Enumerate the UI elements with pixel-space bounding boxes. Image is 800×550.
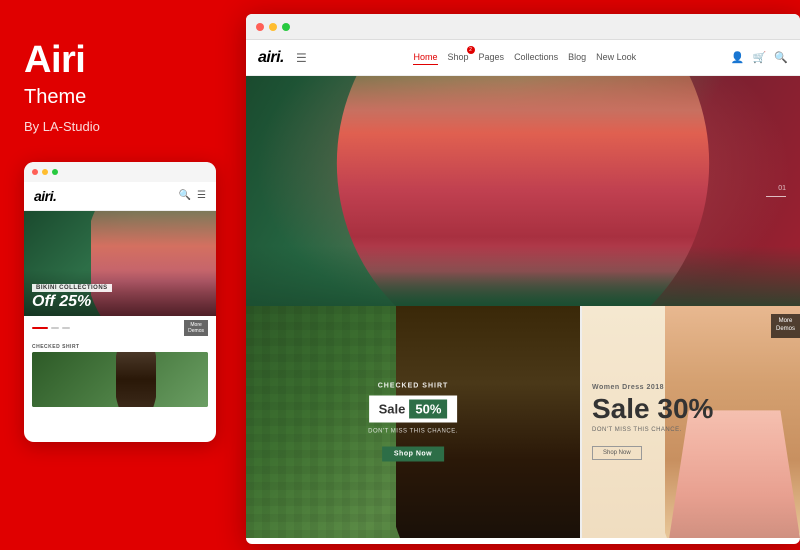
desktop-menu-icon[interactable]: ☰ [296,51,307,65]
mobile-header-icons: 🔍 ☰ [179,190,206,201]
mobile-nav-dot-2 [51,327,59,329]
mobile-logo: airi. [34,188,56,204]
desktop-dot-yellow [269,23,277,31]
desktop-user-icon[interactable]: 👤 [731,51,745,64]
desktop-hero: 01 [246,76,800,306]
right-panel: airi. ☰ Home Shop 2 Pages Collections Bl… [246,14,800,544]
desktop-nav-links: Home Shop 2 Pages Collections Blog New L… [319,50,731,65]
mobile-nav-dot-1 [32,327,48,329]
nav-link-collections[interactable]: Collections [514,50,558,65]
mobile-dot-green [52,169,58,175]
grid-right-item: Women Dress 2018 Sale 30% DON'T MISS THI… [582,306,800,538]
mobile-nav-dot-3 [62,327,70,329]
grid-left-subtext: DON'T MISS THIS CHANCE. [368,429,458,435]
grid-left-tag: CHECKED SHIRT [368,383,458,390]
grid-sale-percent: 50% [409,400,447,419]
more-demos-badge[interactable]: More Demos [771,314,800,338]
grid-left-content: CHECKED SHIRT Sale 50% DON'T MISS THIS C… [368,383,458,462]
left-panel: Airi Theme By LA-Studio airi. 🔍 ☰ BIKINI… [0,0,240,550]
desktop-search-icon[interactable]: 🔍 [774,51,788,64]
nav-link-newlook[interactable]: New Look [596,50,636,65]
grid-right-sale: Sale 30% [592,395,713,423]
mobile-hero-tag: BIKINI COLLECTIONS [32,284,112,292]
mobile-hero-text: Off 25% [32,294,208,310]
mobile-dot-yellow [42,169,48,175]
mobile-mockup: airi. 🔍 ☰ BIKINI COLLECTIONS Off 25% Mor… [24,162,216,442]
grid-sale-label: Sale [379,402,406,417]
app-author: By LA-Studio [24,119,216,134]
hero-indicator-number: 01 [778,185,786,192]
desktop-dot-red [256,23,264,31]
nav-link-pages[interactable]: Pages [479,50,505,65]
grid-right-tag: Women Dress 2018 [592,384,713,391]
mobile-bottom-tag: CHECKED SHIRT [32,344,208,350]
hero-water [246,246,800,306]
mobile-dot-red [32,169,38,175]
nav-link-home[interactable]: Home [413,50,437,65]
grid-left-item: CHECKED SHIRT Sale 50% DON'T MISS THIS C… [246,306,580,538]
mobile-bottom-section: CHECKED SHIRT [24,340,216,411]
desktop-dot-green [282,23,290,31]
desktop-cart-icon[interactable]: 🛒 [753,51,767,64]
app-subtitle: Theme [24,86,216,109]
grid-shop-now-button[interactable]: Shop Now [382,447,444,462]
mobile-nav-dots: More Demos [24,316,216,340]
hero-indicator: 01 [766,185,786,197]
desktop-chrome [246,14,800,40]
grid-right-shop-button[interactable]: Shop Now [592,446,642,460]
desktop-nav: airi. ☰ Home Shop 2 Pages Collections Bl… [246,40,800,76]
grid-right-content: Women Dress 2018 Sale 30% DON'T MISS THI… [592,384,713,460]
mobile-more-demos[interactable]: More Demos [184,320,208,336]
desktop-bottom-grid: CHECKED SHIRT Sale 50% DON'T MISS THIS C… [246,306,800,538]
grid-right-subtext: DON'T MISS THIS CHANCE. [592,427,713,433]
mobile-chrome-dots [24,162,216,182]
grid-sale-badge: Sale 50% [369,396,458,423]
app-title: Airi [24,40,216,82]
mobile-bottom-image [32,352,208,407]
mobile-header: airi. 🔍 ☰ [24,182,216,211]
mobile-menu-icon: ☰ [197,190,206,201]
desktop-nav-logo: airi. [258,49,284,67]
shop-badge: 2 [467,46,475,54]
mobile-search-icon: 🔍 [179,190,191,201]
hero-indicator-line [766,196,786,197]
mobile-hero: BIKINI COLLECTIONS Off 25% [24,211,216,316]
nav-link-shop[interactable]: Shop 2 [448,50,469,65]
mobile-hero-overlay: BIKINI COLLECTIONS Off 25% [24,270,216,316]
nav-link-blog[interactable]: Blog [568,50,586,65]
desktop-nav-icons: 👤 🛒 🔍 [731,51,788,64]
